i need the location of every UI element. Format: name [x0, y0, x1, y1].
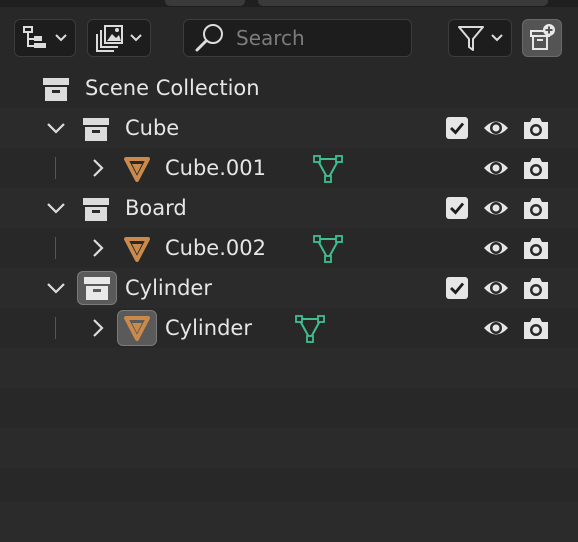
- eye-icon[interactable]: [482, 236, 510, 260]
- image-stack-icon: [96, 25, 123, 52]
- eye-icon[interactable]: [482, 196, 510, 220]
- empty-row: [0, 428, 578, 468]
- tree-row-object[interactable]: Cube.002: [0, 228, 578, 268]
- filter-dropdown[interactable]: [448, 19, 512, 57]
- empty-row: [0, 348, 578, 388]
- camera-icon[interactable]: [522, 275, 550, 301]
- chevron-down-icon: [130, 34, 142, 42]
- chevron-down-icon[interactable]: [44, 276, 68, 300]
- new-collection-button[interactable]: [522, 19, 562, 57]
- tree-row-collection[interactable]: Board: [0, 188, 578, 228]
- exclude-checkbox[interactable]: [446, 197, 468, 219]
- mesh-object-icon: [122, 154, 152, 184]
- chevron-down-icon: [491, 34, 503, 42]
- view-layer-dropdown[interactable]: [87, 19, 151, 57]
- search-input[interactable]: [234, 25, 408, 51]
- camera-icon[interactable]: [522, 155, 550, 181]
- search-field[interactable]: [183, 19, 412, 57]
- camera-icon[interactable]: [522, 195, 550, 221]
- tree-row-collection[interactable]: Cube: [0, 108, 578, 148]
- exclude-checkbox[interactable]: [446, 277, 468, 299]
- tree-indent-line: [55, 237, 56, 259]
- tree-indent-line: [55, 157, 56, 179]
- mesh-data-icon[interactable]: [313, 235, 343, 263]
- camera-icon[interactable]: [522, 315, 550, 341]
- camera-icon[interactable]: [522, 115, 550, 141]
- chevron-right-icon[interactable]: [86, 156, 110, 180]
- tree-row-scene-collection[interactable]: Scene Collection: [0, 68, 578, 108]
- outliner-tree-icon: [23, 26, 46, 48]
- scene-collection-icon: [41, 74, 71, 104]
- outliner-panel: Scene Collection Cube: [0, 0, 578, 542]
- eye-icon[interactable]: [482, 116, 510, 140]
- mesh-data-icon[interactable]: [313, 155, 343, 183]
- top-edge-strip: [0, 0, 578, 7]
- eye-icon[interactable]: [482, 316, 510, 340]
- collection-icon: [81, 194, 111, 224]
- collection-icon: [81, 114, 111, 144]
- tree-row-object[interactable]: Cylinder: [0, 308, 578, 348]
- chevron-down-icon[interactable]: [44, 196, 68, 220]
- chevron-right-icon[interactable]: [86, 236, 110, 260]
- tree-indent-line: [55, 317, 56, 339]
- tree-row-label: Cube.001: [165, 156, 266, 180]
- tree-row-label: Cylinder: [165, 316, 252, 340]
- new-collection-icon: [530, 24, 555, 50]
- empty-row: [0, 388, 578, 428]
- chevron-right-icon[interactable]: [86, 316, 110, 340]
- mesh-object-icon: [117, 310, 157, 346]
- exclude-checkbox[interactable]: [446, 117, 468, 139]
- display-mode-dropdown[interactable]: [14, 19, 76, 57]
- tree-row-label: Board: [125, 196, 187, 220]
- camera-icon[interactable]: [522, 235, 550, 261]
- empty-row: [0, 502, 578, 542]
- tree-row-label: Cube: [125, 116, 180, 140]
- tree-row-collection[interactable]: Cylinder: [0, 268, 578, 308]
- mesh-data-icon[interactable]: [295, 315, 325, 343]
- eye-icon[interactable]: [482, 276, 510, 300]
- tree-row-label: Cylinder: [125, 276, 212, 300]
- collection-icon: [77, 271, 117, 305]
- tree-row-object[interactable]: Cube.001: [0, 148, 578, 188]
- chevron-down-icon: [55, 34, 67, 42]
- eye-icon[interactable]: [482, 156, 510, 180]
- chevron-down-icon[interactable]: [44, 116, 68, 140]
- tree-row-label: Scene Collection: [85, 76, 260, 100]
- search-icon: [195, 24, 223, 52]
- mesh-object-icon: [122, 234, 152, 264]
- tree-row-label: Cube.002: [165, 236, 266, 260]
- funnel-icon: [458, 26, 484, 51]
